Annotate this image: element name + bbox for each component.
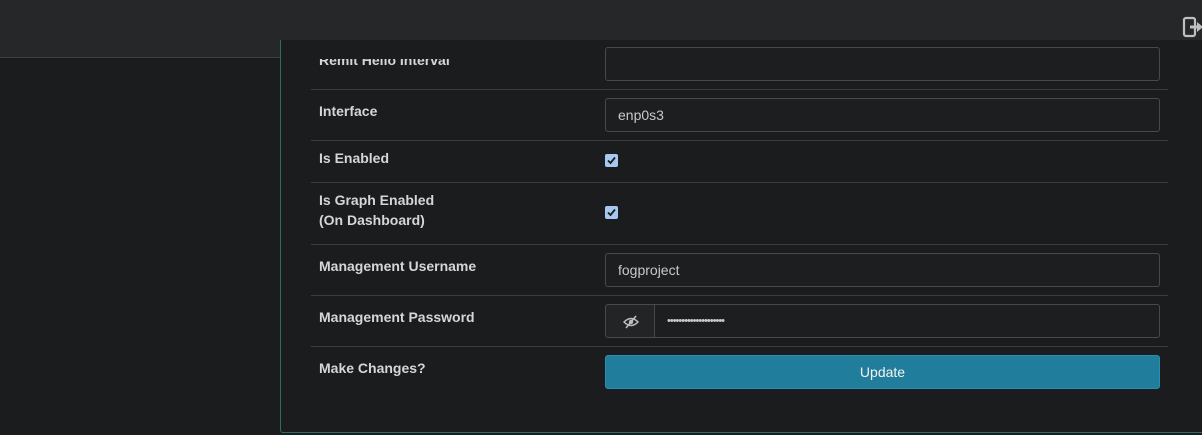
eye-slash-icon (623, 315, 639, 329)
interface-label: Interface (319, 103, 378, 119)
update-button[interactable]: Update (605, 355, 1160, 389)
make-changes-label: Make Changes? (319, 360, 426, 376)
is-graph-enabled-label: Is Graph Enabled (On Dashboard) (319, 190, 434, 230)
is-graph-enabled-label-line2: (On Dashboard) (319, 212, 425, 228)
form-row-enabled (311, 141, 1168, 183)
check-icon (607, 208, 616, 217)
management-password-label: Management Password (319, 309, 475, 325)
is-graph-enabled-label-line1: Is Graph Enabled (319, 192, 435, 208)
form-row-graph (311, 183, 1168, 245)
interface-input[interactable]: enp0s3 (605, 98, 1160, 132)
management-password-input[interactable]: •••••••••••••••••••• (654, 304, 1160, 338)
remit-hello-interval-input[interactable] (605, 47, 1160, 81)
logout-icon[interactable] (1182, 15, 1202, 39)
password-toggle-button[interactable] (605, 304, 655, 338)
management-username-input[interactable]: fogproject (605, 253, 1160, 287)
management-username-label: Management Username (319, 258, 477, 274)
is-graph-enabled-checkbox[interactable] (605, 206, 618, 219)
is-enabled-label: Is Enabled (319, 150, 390, 166)
check-icon (607, 156, 616, 165)
is-enabled-checkbox[interactable] (605, 154, 618, 167)
